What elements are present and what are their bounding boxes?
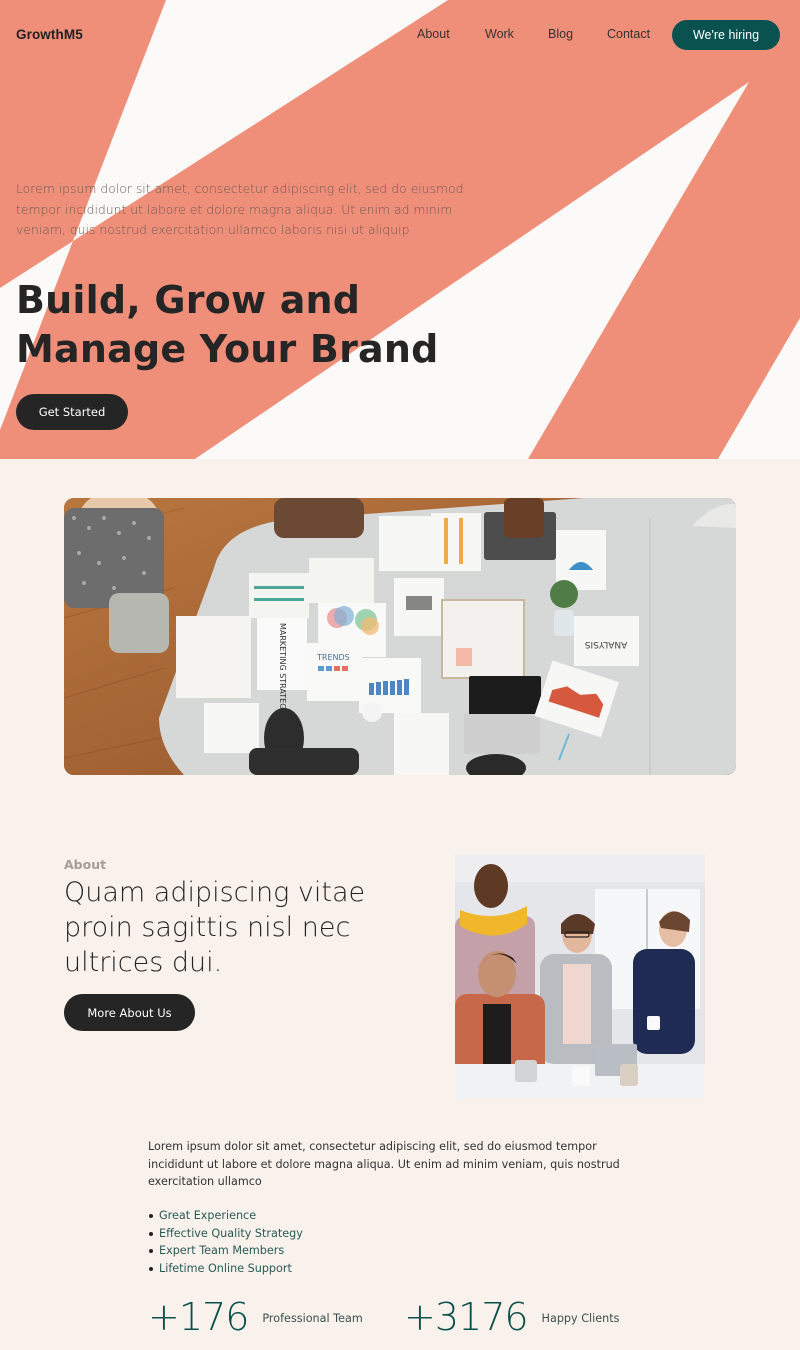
- pen-holder: [572, 1066, 590, 1086]
- stat-label: Professional Team: [262, 1311, 363, 1325]
- person-top-center: [274, 498, 364, 538]
- person-navy-blazer: [633, 949, 695, 1054]
- feature-label: Lifetime Online Support: [159, 1261, 292, 1275]
- stat-value: +3176: [404, 1295, 529, 1339]
- paper-folder: [176, 616, 251, 698]
- nav-link-blog[interactable]: Blog: [548, 27, 573, 41]
- framed-paper: [441, 599, 525, 679]
- nav-link-contact[interactable]: Contact: [607, 27, 650, 41]
- paper-label-trends: TRENDS: [316, 653, 350, 662]
- paper-spreadsheet: [394, 713, 449, 775]
- paper: [379, 516, 431, 571]
- person-bottom-shirt: [249, 748, 359, 775]
- bullet-icon: [149, 1266, 153, 1271]
- paper-trends: [307, 643, 362, 701]
- person-trousers: [109, 593, 169, 653]
- stat-happy-clients: +3176 Happy Clients: [404, 1294, 619, 1340]
- hero-section: GrowthM5 About Work Blog Contact We're h…: [0, 0, 800, 459]
- team-meeting-illustration: ANALYSIS MARKETING STRATEGY TRENDS: [64, 498, 736, 775]
- cup: [515, 1060, 537, 1082]
- brand-logo[interactable]: GrowthM5: [16, 27, 83, 42]
- hiring-button[interactable]: We're hiring: [672, 20, 780, 50]
- bullet-icon: [149, 1249, 153, 1254]
- feature-label: Great Experience: [159, 1209, 257, 1222]
- about-body-text: Lorem ipsum dolor sit amet, consectetur …: [148, 1140, 620, 1189]
- hero-title-line-1: Build, Grow and: [16, 278, 361, 322]
- paper-chart-orange: [431, 513, 481, 571]
- team-meeting-photo: ANALYSIS MARKETING STRATEGY TRENDS: [64, 498, 736, 775]
- feature-label: Effective Quality Strategy: [159, 1226, 303, 1240]
- laptop-bottom-keyboard: [464, 714, 540, 754]
- feature-item: Great Experience: [148, 1207, 303, 1225]
- team-smiling-illustration: [455, 854, 705, 1099]
- paper-table-green: [249, 573, 309, 618]
- paper-label-marketing-strategy: MARKETING STRATEGY: [278, 623, 287, 714]
- feature-item: Lifetime Online Support: [148, 1260, 303, 1278]
- feature-label: Expert Team Members: [159, 1244, 285, 1258]
- about-title: Quam adipiscing vitae proin sagittis nis…: [64, 877, 366, 978]
- more-about-us-button[interactable]: More About Us: [64, 994, 195, 1031]
- coffee-cup: [362, 702, 382, 722]
- about-eyebrow: About: [64, 857, 107, 872]
- potted-plant: [550, 580, 578, 608]
- hero-lead-text: Lorem ipsum dolor sit amet, consectetur …: [16, 181, 464, 238]
- nav-link-work[interactable]: Work: [485, 27, 514, 41]
- nav-link-about[interactable]: About: [417, 27, 450, 41]
- hero-title-line-2: Manage Your Brand: [16, 327, 439, 371]
- laptop-bottom-screen: [469, 676, 541, 716]
- team-smiling-photo: [455, 854, 705, 1099]
- person-standing-head: [474, 864, 508, 908]
- feature-list: Great Experience Effective Quality Strat…: [148, 1207, 303, 1277]
- paper-marketing-orientation: [204, 703, 259, 753]
- paper-label-analysis: ANALYSIS: [584, 639, 627, 649]
- stat-value: +176: [148, 1295, 249, 1339]
- get-started-button[interactable]: Get Started: [16, 394, 128, 430]
- bullet-icon: [149, 1214, 153, 1218]
- hands-typing: [504, 498, 544, 538]
- coffee-cup-takeaway: [620, 1064, 638, 1086]
- feature-item: Effective Quality Strategy: [148, 1225, 303, 1243]
- feature-item: Expert Team Members: [148, 1242, 303, 1260]
- mug: [647, 1016, 660, 1030]
- bullet-icon: [149, 1231, 153, 1236]
- paper: [309, 558, 374, 603]
- hero-title: Build, Grow and Manage Your Brand: [16, 276, 576, 374]
- stat-label: Happy Clients: [541, 1311, 620, 1325]
- stat-professional-team: +176 Professional Team: [148, 1294, 363, 1340]
- top-nav: GrowthM5 About Work Blog Contact We're h…: [0, 0, 800, 70]
